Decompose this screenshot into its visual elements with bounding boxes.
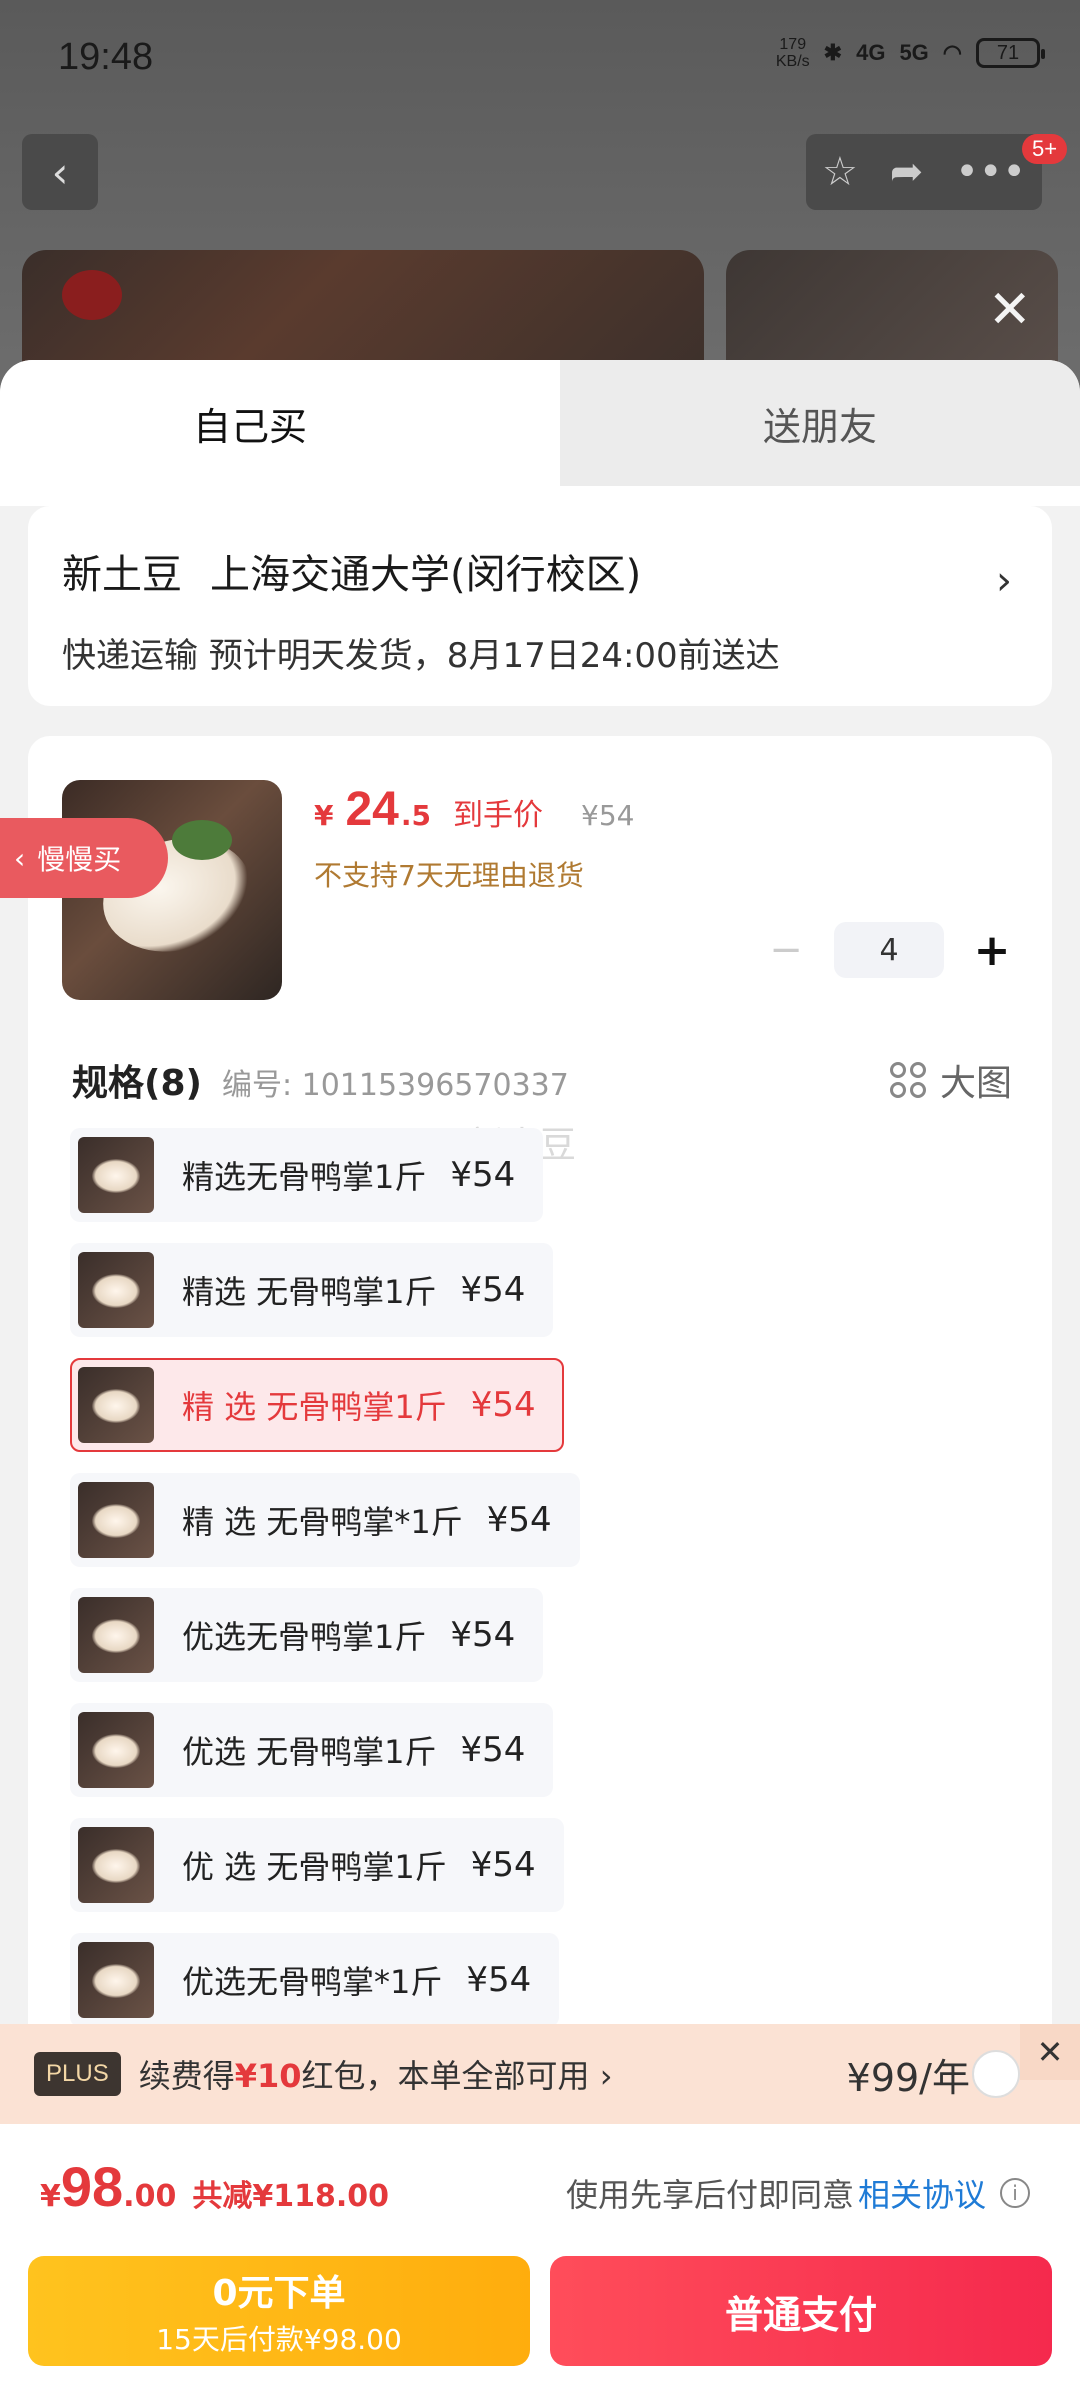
background-page: 19:48 179 KB/s ✱ 4G 5G ◠ 71 ‹ ☆ ➦ ••• 5+ [0,0,1080,390]
plus-tag: PLUS [34,2052,121,2096]
total-discount: 共减¥118.00 [192,2179,389,2214]
spec-option[interactable]: 精 选 无骨鸭掌*1斤 ¥54 [70,1473,580,1567]
price-label: 到手价 [453,798,543,833]
quantity-input[interactable]: 4 [834,922,944,978]
address-card[interactable]: 新土豆 上海交通大学(闵行校区) › 快递运输 预计明天发货，8月17日24:0… [0,486,1080,706]
spec-thumbnail [78,1827,154,1903]
agreement-link[interactable]: 相关协议 [858,2170,986,2216]
plus-membership-bar[interactable]: PLUS 续费得¥10红包，本单全部可用 › ¥99/年 ✕ [0,2024,1080,2124]
final-price: 24 [345,783,399,836]
spec-option-selected[interactable]: 精 选 无骨鸭掌1斤 ¥54 [70,1358,564,1452]
chevron-right-icon: › [996,558,1012,604]
battery-icon: 71 [976,38,1045,68]
tab-send-friend[interactable]: 送朋友 [560,360,1080,486]
increase-button[interactable]: + [972,925,1012,976]
spec-thumbnail [78,1482,154,1558]
info-icon[interactable]: i [1000,2178,1030,2208]
signal-4g-icon: 4G [856,40,886,65]
spec-option[interactable]: 优选无骨鸭掌1斤 ¥54 [70,1588,544,1682]
grid-icon [889,1062,926,1098]
recipient-address: 上海交通大学(闵行校区) [210,552,642,598]
plus-checkbox[interactable] [972,2050,1020,2098]
product-number: 编号: 10115396570337 [221,1068,569,1103]
return-policy-notice: 不支持7天无理由退货 [314,859,584,892]
total-price: ¥ 98 .00 共减¥118.00 [40,2155,389,2218]
spec-thumbnail [78,1137,154,1213]
net-speed: 179 KB/s [775,36,810,70]
pay-later-button[interactable]: 0元下单 15天后付款¥98.00 [28,2256,530,2366]
decrease-button[interactable]: − [766,927,806,973]
message-badge: 5+ [1022,134,1068,164]
status-icons: 179 KB/s ✱ 4G 5G ◠ 71 [775,36,1045,70]
wifi-icon: ◠ [942,40,962,65]
price-row: ¥ 24 .5 到手价 ¥54 [314,783,635,836]
spec-option[interactable]: 优选 无骨鸭掌1斤 ¥54 [70,1703,554,1797]
purchase-tabs: 送朋友 自己买 [0,360,1080,486]
spec-option[interactable]: 精选无骨鸭掌1斤 ¥54 [70,1128,544,1222]
spec-thumbnail [78,1597,154,1673]
plus-price: ¥99/年 [846,2055,970,2100]
checkout-bar: ¥ 98 .00 共减¥118.00 使用先享后付即同意 相关协议 i 0元下单… [0,2124,1080,2400]
spec-option[interactable]: 优 选 无骨鸭掌1斤 ¥54 [70,1818,564,1912]
more-icon[interactable]: ••• [955,149,1026,195]
spec-header: 规格(8) 编号: 10115396570337 大图 [72,1054,1012,1106]
delivery-info: 快递运输 预计明天发货，8月17日24:00前送达 [62,636,780,676]
share-icon[interactable]: ➦ [890,149,924,195]
spec-thumbnail [78,1367,154,1443]
spec-list: 精选无骨鸭掌1斤 ¥54 精选 无骨鸭掌1斤 ¥54 精 选 无骨鸭掌1斤 ¥54 精… [70,1128,580,2048]
recipient-name: 新土豆 [62,552,182,598]
spec-thumbnail [78,1712,154,1788]
plus-promo-text: 续费得¥10红包，本单全部可用 › [138,2057,613,2095]
close-icon[interactable]: ✕ [1020,2024,1080,2080]
star-icon[interactable]: ☆ [822,149,858,195]
agreement-text: 使用先享后付即同意 相关协议 i [566,2170,1030,2216]
original-price: ¥54 [581,799,635,832]
side-float-button[interactable]: ‹ 慢慢买 [0,818,168,898]
signal-5g-icon: 5G [899,40,929,65]
close-icon[interactable]: ✕ [988,280,1032,340]
status-bar: 19:48 179 KB/s ✱ 4G 5G ◠ 71 [0,0,1080,120]
status-time: 19:48 [58,36,154,78]
quantity-stepper: − 4 + [766,922,1012,978]
top-actions: ☆ ➦ ••• [806,134,1042,210]
big-view-button[interactable]: 大图 [889,1054,1012,1106]
chevron-left-icon: ‹ [14,841,26,875]
bluetooth-icon: ✱ [823,40,843,65]
spec-option[interactable]: 精选 无骨鸭掌1斤 ¥54 [70,1243,554,1337]
spec-option[interactable]: 优选无骨鸭掌*1斤 ¥54 [70,1933,560,2027]
spec-thumbnail [78,1942,154,2018]
back-button[interactable]: ‹ [22,134,98,210]
chevron-left-icon: ‹ [51,147,69,197]
normal-pay-button[interactable]: 普通支付 [550,2256,1052,2366]
spec-thumbnail [78,1252,154,1328]
tab-buy-self[interactable]: 自己买 [0,360,560,486]
spec-title: 规格(8) [72,1063,202,1104]
